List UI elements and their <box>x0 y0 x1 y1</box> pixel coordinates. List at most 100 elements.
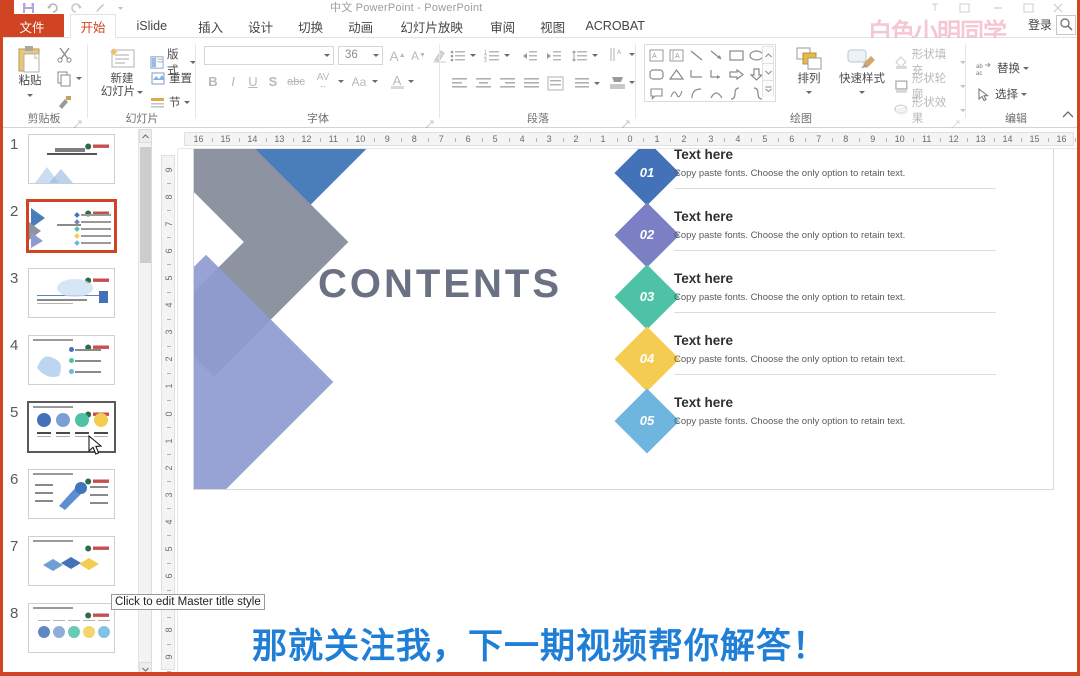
underline-button[interactable]: U <box>244 72 262 91</box>
item-description[interactable]: Copy paste fonts. Choose the only option… <box>674 292 905 303</box>
item-title[interactable]: Text here <box>674 149 733 162</box>
redo-icon[interactable] <box>70 1 83 13</box>
quick-styles-button[interactable]: 快速样式 <box>836 46 888 97</box>
shape-gallery[interactable]: A A <box>644 44 776 102</box>
thumbnail-row[interactable]: 1 <box>0 132 151 200</box>
character-spacing-caret[interactable] <box>336 72 345 91</box>
save-icon[interactable] <box>22 1 35 13</box>
section-dropdown-caret[interactable] <box>183 100 190 104</box>
shape-scribble-icon[interactable] <box>668 85 685 102</box>
shape-gallery-scroll[interactable] <box>762 46 774 98</box>
convert-smartart-button[interactable] <box>606 70 628 94</box>
tab-file[interactable]: 文件 <box>0 14 64 38</box>
tab-5[interactable]: 动画 <box>338 14 384 38</box>
slide-canvas[interactable]: CONTENTS 武漢大学 WUH <box>178 149 1080 676</box>
font-color-caret[interactable] <box>406 72 415 91</box>
content-item[interactable]: 03 Text here Copy paste fonts. Choose the … <box>614 264 1004 330</box>
content-item[interactable]: 01 Text here Copy paste fonts. Choose the … <box>614 149 1004 206</box>
tab-6[interactable]: 幻灯片放映 <box>388 14 476 38</box>
section-button[interactable]: 节 <box>150 94 190 110</box>
align-center-button[interactable] <box>472 74 494 93</box>
cut-button[interactable] <box>56 46 73 63</box>
decrease-indent-button[interactable] <box>518 46 540 65</box>
collapse-ribbon-button[interactable] <box>1062 107 1074 125</box>
numbering-button[interactable]: 123 <box>482 46 502 65</box>
format-painter-button[interactable] <box>56 94 73 111</box>
bold-button[interactable]: B <box>204 72 222 91</box>
shape-arrow-icon[interactable] <box>708 47 725 64</box>
arrange-button[interactable]: 排列 <box>788 46 830 97</box>
shape-left-brace-icon[interactable] <box>728 85 745 102</box>
tab-0[interactable]: 开始 <box>70 14 116 38</box>
tab-2[interactable]: 插入 <box>188 14 234 38</box>
shape-rounded-rect-icon[interactable] <box>648 66 665 83</box>
increase-font-size-button[interactable]: A ▲ <box>388 46 407 65</box>
shape-callout-icon[interactable] <box>648 85 665 102</box>
content-item[interactable]: 05 Text here Copy paste fonts. Choose the … <box>614 388 1004 454</box>
item-description[interactable]: Copy paste fonts. Choose the only option… <box>674 230 905 241</box>
quick-styles-dropdown-caret[interactable] <box>859 91 865 94</box>
change-case-button[interactable]: Aa <box>348 72 370 91</box>
slide-surface[interactable]: CONTENTS 武漢大学 WUH <box>193 149 1054 490</box>
shape-gallery-scroll-up[interactable] <box>762 46 774 63</box>
thumbnail-row[interactable]: 6 <box>0 467 151 535</box>
paragraph-dialog-launcher[interactable] <box>621 116 630 129</box>
shape-elbow-arrow-icon[interactable] <box>708 66 725 83</box>
strikethrough-button[interactable]: abc <box>284 72 308 91</box>
slide-title[interactable]: CONTENTS <box>318 262 562 307</box>
thumbnail-row[interactable]: 5 <box>0 400 151 468</box>
tab-1[interactable]: iSlide <box>120 14 184 38</box>
new-slide-dropdown-caret[interactable] <box>137 90 144 94</box>
slide-thumbnail[interactable] <box>28 536 115 586</box>
shape-gallery-more[interactable] <box>762 80 774 97</box>
tab-4[interactable]: 切换 <box>288 14 334 38</box>
tab-7[interactable]: 审阅 <box>480 14 526 38</box>
columns-button[interactable] <box>572 74 592 93</box>
shape-triangle-icon[interactable] <box>668 66 685 83</box>
content-item[interactable]: 02 Text here Copy paste fonts. Choose the … <box>614 202 1004 268</box>
columns-caret[interactable] <box>592 74 601 93</box>
increase-indent-button[interactable] <box>542 46 564 65</box>
slide-thumbnail[interactable] <box>28 268 115 318</box>
justify-button[interactable] <box>520 74 542 93</box>
slide-thumbnail[interactable] <box>28 134 115 184</box>
line-spacing-button[interactable] <box>570 46 590 65</box>
font-size-input[interactable]: 36 <box>338 46 383 65</box>
thumbnail-row[interactable]: 3 <box>0 266 151 334</box>
character-spacing-button[interactable]: AV ↔ <box>310 72 336 91</box>
item-description[interactable]: Copy paste fonts. Choose the only option… <box>674 416 905 427</box>
thumbnail-row[interactable]: 4 <box>0 333 151 401</box>
replace-button[interactable]: ab ac 替换 <box>976 60 1029 76</box>
font-name-dropdown-caret[interactable] <box>324 54 330 57</box>
font-size-dropdown-caret[interactable] <box>373 54 379 57</box>
copy-dropdown-caret[interactable] <box>76 77 82 80</box>
thumbnail-scrollbar-thumb[interactable] <box>140 147 151 263</box>
shape-gallery-scroll-down[interactable] <box>762 63 774 80</box>
clipboard-dialog-launcher[interactable] <box>73 116 82 129</box>
distribute-button[interactable] <box>544 74 566 93</box>
text-direction-button[interactable]: A <box>606 44 628 65</box>
font-name-input[interactable] <box>204 46 334 65</box>
slide-thumbnail[interactable] <box>28 335 115 385</box>
tab-3[interactable]: 设计 <box>238 14 284 38</box>
font-dialog-launcher[interactable] <box>425 116 434 129</box>
shape-elbow-connector-icon[interactable] <box>688 66 705 83</box>
item-description[interactable]: Copy paste fonts. Choose the only option… <box>674 168 905 179</box>
change-case-caret[interactable] <box>370 72 379 91</box>
item-title[interactable]: Text here <box>674 209 733 224</box>
shape-curve-icon[interactable] <box>708 85 725 102</box>
slide-thumbnail[interactable] <box>26 199 117 253</box>
thumbnail-row[interactable]: 2 <box>0 199 151 267</box>
align-right-button[interactable] <box>496 74 518 93</box>
tab-9[interactable]: ACROBAT <box>580 14 651 38</box>
item-title[interactable]: Text here <box>674 271 733 286</box>
pen-icon[interactable] <box>94 1 107 13</box>
new-slide-button[interactable]: 新建 幻灯片 <box>98 46 146 98</box>
shape-line-icon[interactable] <box>688 47 705 64</box>
tab-8[interactable]: 视图 <box>530 14 576 38</box>
italic-button[interactable]: I <box>224 72 242 91</box>
line-spacing-caret[interactable] <box>590 46 599 65</box>
content-item[interactable]: 04 Text here Copy paste fonts. Choose the … <box>614 326 1004 392</box>
bullets-button[interactable] <box>448 46 468 65</box>
scroll-up-icon[interactable] <box>139 129 151 143</box>
